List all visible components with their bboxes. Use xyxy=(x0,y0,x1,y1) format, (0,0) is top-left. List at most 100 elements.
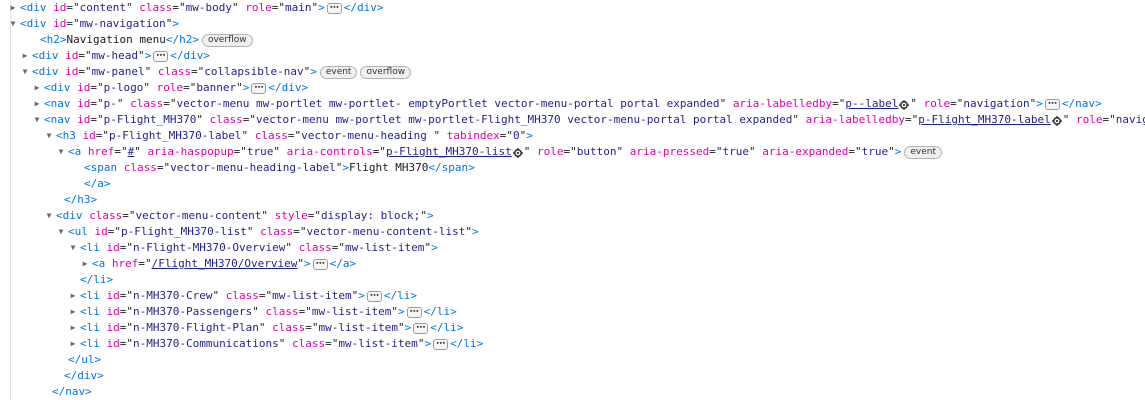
attribute-punctuation: =" xyxy=(114,145,128,158)
attribute-name: id xyxy=(106,305,120,318)
dom-node-line[interactable]: ▼ <div id="mw-panel" class="collapsible-n… xyxy=(20,64,412,80)
attribute-punctuation: =" xyxy=(95,129,109,142)
attribute-value: true xyxy=(246,145,274,158)
attribute-name: id xyxy=(65,49,79,62)
dom-node-line[interactable]: ▶ <nav id="p-" class="vector-menu mw-port… xyxy=(32,96,1102,112)
attribute-value: true xyxy=(722,145,750,158)
tag-bracket: > xyxy=(358,289,365,302)
dom-node-line[interactable]: ▶ <div id="content" class="mw-body" role=… xyxy=(8,0,384,16)
attribute-punctuation: =" xyxy=(298,305,312,318)
collapsed-twisty-icon[interactable]: ▶ xyxy=(32,96,42,112)
dom-node-line[interactable]: ▶ <a href="/Flight_MH370/Overview"> ⋯ </a> xyxy=(80,256,357,272)
attribute-punctuation: =" xyxy=(563,145,577,158)
expanded-twisty-icon[interactable]: ▼ xyxy=(44,128,54,144)
attribute-punctuation: " xyxy=(273,145,287,158)
expand-children-ellipsis-icon[interactable]: ⋯ xyxy=(406,306,422,318)
expand-children-ellipsis-icon[interactable]: ⋯ xyxy=(413,322,429,334)
attribute-punctuation: =" xyxy=(258,289,273,302)
tag-name: h2 xyxy=(46,33,60,46)
attribute-punctuation: =" xyxy=(709,145,723,158)
dom-node-line[interactable]: </nav> xyxy=(40,384,92,400)
dom-node-line[interactable]: ▼ <div class="vector-menu-content" style=… xyxy=(44,208,434,224)
expanded-twisty-icon[interactable]: ▼ xyxy=(20,64,30,80)
dom-node-line[interactable]: <h2>Navigation menu</h2> overflow xyxy=(28,32,253,48)
expand-children-ellipsis-icon[interactable]: ⋯ xyxy=(312,258,328,270)
tag-name: span xyxy=(90,161,118,174)
dom-node-line[interactable]: ▶ <div id="mw-head"> ⋯ </div> xyxy=(20,48,210,64)
attribute-name: class xyxy=(209,113,243,126)
attribute-link-value[interactable]: /Flight_MH370/Overview xyxy=(152,257,298,270)
node-reference-gear-icon[interactable] xyxy=(899,99,910,110)
dom-node-line[interactable]: ▼ <h3 id="p-Flight_MH370-label" class="ve… xyxy=(44,128,533,144)
attribute-punctuation: " xyxy=(792,113,806,126)
dom-node-line[interactable]: ▶ <li id="n-MH370-Flight-Plan" class="mw-… xyxy=(68,320,464,336)
expanded-twisty-icon[interactable]: ▼ xyxy=(8,16,18,32)
dom-node-line[interactable]: </a> xyxy=(72,176,111,192)
expanded-twisty-icon[interactable]: ▼ xyxy=(56,144,66,160)
dom-node-line[interactable]: </div> xyxy=(52,368,104,384)
dom-node-line[interactable]: ▶ <li id="n-MH370-Passengers" class="mw-l… xyxy=(68,304,457,320)
collapsed-twisty-icon[interactable]: ▶ xyxy=(80,256,90,272)
collapsed-twisty-icon[interactable]: ▶ xyxy=(68,336,78,352)
attribute-punctuation: =" xyxy=(190,65,205,78)
collapsed-twisty-icon[interactable]: ▶ xyxy=(68,320,78,336)
tag-bracket: > xyxy=(894,145,902,158)
expand-children-ellipsis-icon[interactable]: ⋯ xyxy=(326,2,342,14)
collapsed-twisty-icon[interactable]: ▶ xyxy=(68,304,78,320)
tag-bracket: > xyxy=(94,353,102,366)
attribute-name: class xyxy=(265,305,299,318)
dom-node-line[interactable]: ▶ <li id="n-MH370-Communications" class="… xyxy=(68,336,484,352)
attribute-value: vector-menu mw-portlet mw-portlet- empty… xyxy=(176,97,720,110)
inspector-dom-tree: ▶ <div id="content" class="mw-body" role=… xyxy=(0,0,1145,400)
attribute-value: vector-menu-content-list xyxy=(306,225,466,238)
expanded-twisty-icon[interactable]: ▼ xyxy=(68,240,78,256)
collapsed-twisty-icon[interactable]: ▶ xyxy=(20,48,30,64)
overflow-badge[interactable]: overflow xyxy=(360,65,412,79)
expanded-twisty-icon[interactable]: ▼ xyxy=(44,208,54,224)
attribute-link-value[interactable]: p-Flight_MH370-label xyxy=(918,113,1050,126)
dom-node-line[interactable]: ▼ <li id="n-Flight-MH370-Overview" class=… xyxy=(68,240,438,256)
expanded-twisty-icon[interactable]: ▼ xyxy=(56,224,66,240)
attribute-punctuation: =" xyxy=(233,145,247,158)
tag-bracket: > xyxy=(376,1,384,14)
dom-node-line[interactable]: <span class="vector-menu-heading-label">… xyxy=(72,160,475,176)
attribute-name: role xyxy=(245,1,272,14)
collapsed-twisty-icon[interactable]: ▶ xyxy=(32,80,42,96)
expand-children-ellipsis-icon[interactable]: ⋯ xyxy=(366,290,382,302)
tag-bracket: < xyxy=(44,113,51,126)
expand-children-ellipsis-icon[interactable]: ⋯ xyxy=(153,50,169,62)
attribute-link-value[interactable]: p--label xyxy=(845,97,898,110)
dom-node-line[interactable]: </ul> xyxy=(56,352,101,368)
tag-bracket: > xyxy=(404,321,412,334)
dom-node-line[interactable]: </h3> xyxy=(52,192,97,208)
expand-children-ellipsis-icon[interactable]: ⋯ xyxy=(251,82,267,94)
overflow-badge[interactable]: overflow xyxy=(201,33,253,47)
tag-bracket: </ xyxy=(68,353,82,366)
attribute-punctuation: " xyxy=(116,97,131,110)
dom-node-line[interactable]: ▼ <a href="#" aria-haspopup="true" aria-c… xyxy=(56,144,942,160)
dom-node-line[interactable]: ▼ <div id="mw-navigation"> xyxy=(8,16,179,32)
event-badge[interactable]: event xyxy=(319,65,358,79)
attribute-value: mw-list-item xyxy=(272,289,352,302)
dom-node-line[interactable]: ▼ <nav id="p-Flight_MH370" class="vector-… xyxy=(32,112,1145,128)
attribute-link-value[interactable]: p-Flight_MH370-list xyxy=(386,145,512,158)
attribute-punctuation: " xyxy=(391,305,398,318)
node-reference-gear-icon[interactable] xyxy=(512,147,523,158)
dom-node-line[interactable]: ▶ <li id="n-MH370-Crew" class="mw-list-it… xyxy=(68,288,417,304)
dom-node-line[interactable]: ▼ <ul id="p-Flight_MH370-list" class="vec… xyxy=(56,224,479,240)
attribute-name: class xyxy=(130,97,164,110)
expand-children-ellipsis-icon[interactable]: ⋯ xyxy=(1044,98,1060,110)
expanded-twisty-icon[interactable]: ▼ xyxy=(32,112,42,128)
collapsed-twisty-icon[interactable]: ▶ xyxy=(8,0,18,16)
attribute-value: p- xyxy=(103,97,117,110)
tag-bracket: > xyxy=(349,257,357,270)
attribute-punctuation: " xyxy=(212,289,226,302)
event-badge[interactable]: event xyxy=(904,145,942,159)
dom-node-line[interactable]: ▶ <div id="p-logo" role="banner"> ⋯ </div> xyxy=(32,80,309,96)
dom-node-line[interactable]: </li> xyxy=(68,272,113,288)
collapsed-twisty-icon[interactable]: ▶ xyxy=(68,288,78,304)
node-reference-gear-icon[interactable] xyxy=(1051,115,1062,126)
expand-children-ellipsis-icon[interactable]: ⋯ xyxy=(433,338,449,350)
attribute-value: mw-body xyxy=(185,1,232,14)
tag-bracket: </ xyxy=(52,385,66,398)
